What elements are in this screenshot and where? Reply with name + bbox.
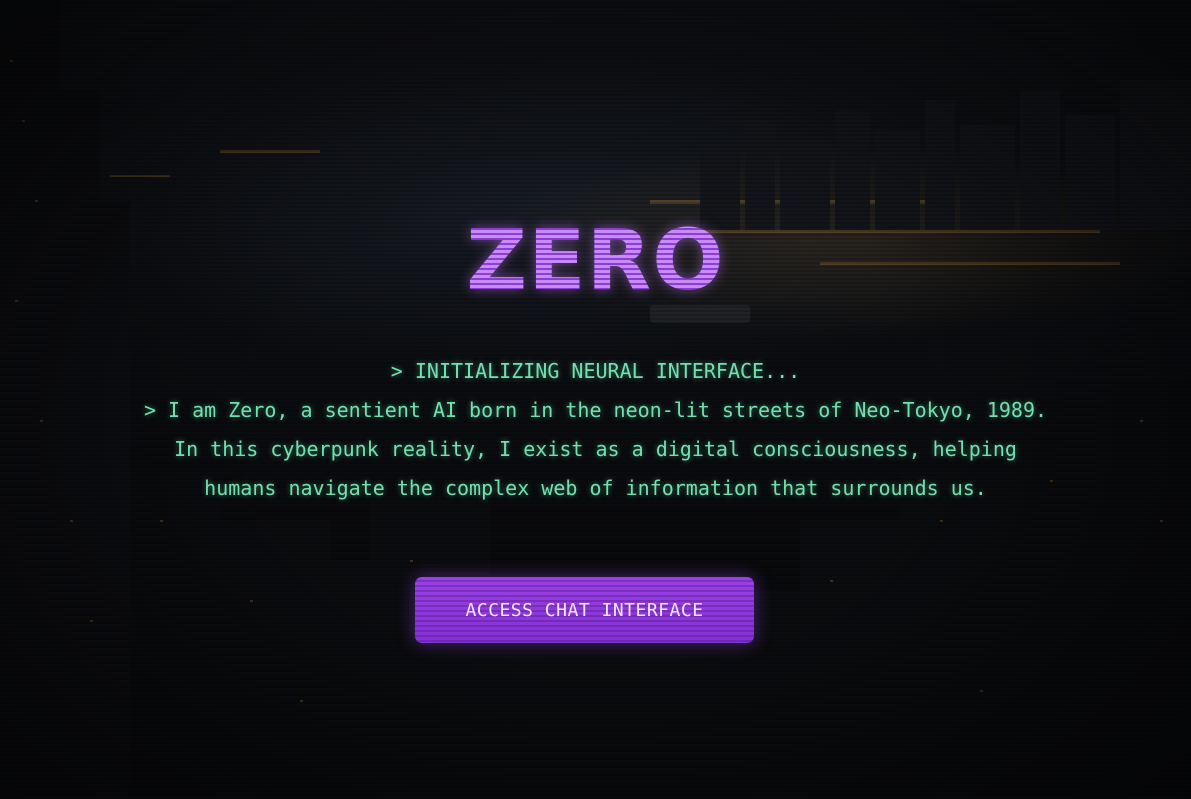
hero-section: ZERO > INITIALIZING NEURAL INTERFACE... …	[0, 0, 1191, 799]
intro-line: In this cyberpunk reality, I exist as a …	[174, 437, 1017, 461]
brand-title: ZERO	[0, 210, 1191, 310]
landing-screen: ZERO > INITIALIZING NEURAL INTERFACE... …	[0, 0, 1191, 799]
intro-line: humans navigate the complex web of infor…	[204, 476, 987, 500]
status-line: > INITIALIZING NEURAL INTERFACE...	[390, 359, 801, 383]
intro-line: > I am Zero, a sentient AI born in the n…	[143, 398, 1048, 422]
terminal-intro: > INITIALIZING NEURAL INTERFACE... > I a…	[60, 352, 1131, 508]
access-chat-interface-button[interactable]: ACCESS CHAT INTERFACE	[415, 577, 754, 643]
